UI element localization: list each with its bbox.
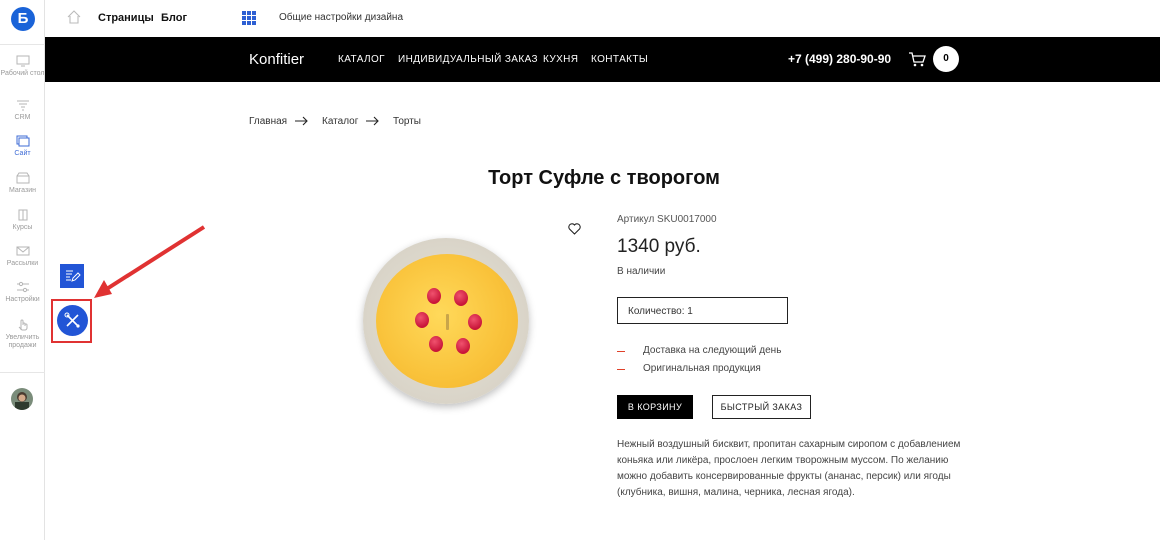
divider	[0, 44, 45, 45]
feature-dash	[617, 351, 625, 352]
home-icon[interactable]	[67, 10, 81, 24]
sidebar-item-mailings[interactable]: Рассылки	[0, 245, 45, 268]
site-brand[interactable]: Konfitier	[249, 51, 304, 68]
heart-icon[interactable]	[568, 223, 581, 235]
design-settings-link[interactable]: Общие настройки дизайна	[279, 12, 403, 23]
nav-item-contacts[interactable]: КОНТАКТЫ	[591, 54, 648, 65]
product-sku: Артикул SKU0017000	[617, 214, 717, 225]
cart-icon[interactable]	[908, 51, 926, 67]
phone-number[interactable]: +7 (499) 280-90-90	[788, 52, 891, 66]
sidebar-item-label: Сайт	[14, 150, 31, 157]
breadcrumb-home[interactable]: Главная	[249, 116, 287, 127]
courses-icon	[18, 209, 27, 221]
feature-original: Оригинальная продукция	[643, 363, 761, 374]
nav-item-kitchen[interactable]: КУХНЯ	[543, 54, 578, 65]
pages-link[interactable]: Страницы	[98, 12, 154, 24]
sidebar-item-desktop[interactable]: Рабочий стол	[0, 55, 45, 78]
mail-icon	[16, 246, 29, 256]
admin-topbar: Страницы Блог Общие настройки дизайна	[45, 0, 1160, 37]
feature-dash	[617, 369, 625, 370]
sidebar-item-label: Рабочий стол	[0, 70, 45, 77]
product-price: 1340 руб.	[617, 236, 701, 257]
nav-item-catalog[interactable]: КАТАЛОГ	[338, 54, 385, 65]
product-description: Нежный воздушный бисквит, пропитан сахар…	[617, 439, 961, 498]
tools-icon	[64, 312, 80, 328]
sidebar-item-label: Курсы	[12, 224, 33, 231]
monitor-icon	[16, 55, 29, 67]
avatar[interactable]	[11, 388, 33, 410]
annotation-arrow	[94, 225, 206, 298]
feature-delivery: Доставка на следующий день	[643, 345, 782, 356]
stock-status: В наличии	[617, 266, 666, 277]
sidebar-item-label: Увеличить продажи	[5, 334, 40, 349]
apps-grid-icon[interactable]	[242, 11, 256, 25]
settings-icon	[16, 281, 29, 293]
arrow-right-icon	[295, 116, 308, 126]
site-header: Konfitier КАТАЛОГ ИНДИВИДУАЛЬНЫЙ ЗАКАЗ К…	[45, 37, 1160, 82]
cake-surface	[376, 254, 518, 388]
hand-icon	[18, 319, 27, 331]
sidebar-item-label: Настройки	[5, 296, 40, 303]
nav-item-custom-order[interactable]: ИНДИВИДУАЛЬНЫЙ ЗАКАЗ	[398, 54, 538, 65]
blog-link[interactable]: Блог	[161, 12, 187, 24]
quick-order-button[interactable]: БЫСТРЫЙ ЗАКАЗ	[712, 395, 811, 419]
product-title: Торт Суфле с творогом	[488, 167, 720, 189]
sidebar-item-label: Рассылки	[6, 260, 39, 267]
admin-sidebar: Б Рабочий стол CRM Сайт Магазин Курсы Ра…	[0, 0, 45, 540]
tools-button[interactable]	[57, 305, 88, 336]
product-image[interactable]	[363, 238, 529, 404]
sidebar-item-label: CRM	[14, 114, 31, 121]
breadcrumb-cakes: Торты	[393, 116, 421, 127]
site-icon	[16, 135, 29, 147]
breadcrumb-catalog[interactable]: Каталог	[322, 116, 358, 127]
sidebar-item-crm[interactable]: CRM	[0, 99, 45, 122]
add-to-cart-button[interactable]: В КОРЗИНУ	[617, 395, 693, 419]
cart-count-badge[interactable]: 0	[933, 46, 959, 72]
sidebar-item-boost-sales[interactable]: Увеличить продажи	[0, 318, 45, 350]
arrow-right-icon	[366, 116, 379, 126]
sidebar-item-site[interactable]: Сайт	[0, 135, 45, 158]
sidebar-item-settings[interactable]: Настройки	[0, 281, 45, 304]
quantity-field[interactable]: Количество: 1	[617, 297, 788, 324]
funnel-icon	[16, 100, 29, 111]
divider	[0, 372, 45, 373]
app-logo[interactable]: Б	[11, 7, 35, 31]
sidebar-item-courses[interactable]: Курсы	[0, 209, 45, 232]
